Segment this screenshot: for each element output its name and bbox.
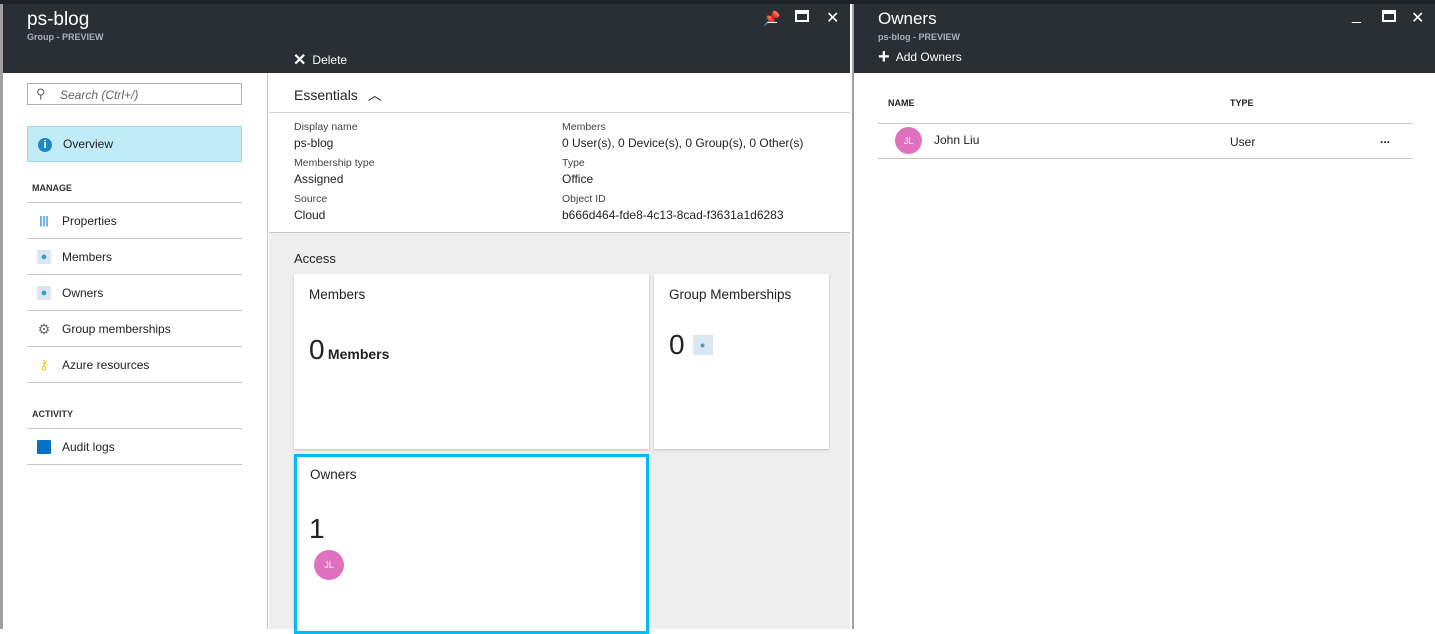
book-icon — [37, 440, 51, 454]
avatar: JL — [314, 550, 344, 580]
search-icon: ⚲ — [36, 86, 46, 101]
chevron-up-icon: ︿ — [367, 87, 382, 103]
source-field: Source Cloud — [294, 193, 328, 222]
minimize-icon[interactable]: _ — [1352, 7, 1361, 25]
close-x-icon: ✕ — [293, 52, 307, 69]
search-input[interactable]: ⚲ Search (Ctrl+/) — [27, 83, 242, 105]
group-count: 0 — [669, 329, 685, 360]
people-icon: ● — [37, 250, 51, 264]
members-unit: Members — [327, 346, 390, 362]
minimize-icon[interactable]: _ — [768, 7, 777, 25]
nav-group-memberships[interactable]: ⚙ Group memberships — [27, 311, 242, 347]
close-icon[interactable]: ✕ — [826, 8, 839, 28]
activity-header: ACTIVITY — [32, 409, 74, 419]
more-button[interactable]: ... — [1380, 132, 1390, 146]
column-type[interactable]: TYPE — [1230, 98, 1254, 108]
membership-type-field: Membership type Assigned — [294, 157, 375, 186]
members-tile[interactable]: Members 0 Members — [294, 274, 649, 449]
type-field: Type Office — [562, 157, 594, 186]
nav-audit-logs[interactable]: Audit logs — [27, 429, 242, 465]
maximize-icon[interactable] — [795, 10, 809, 22]
avatar: JL — [895, 127, 922, 154]
owners-blade: Owners ps-blog - PREVIEW + Add Owners _ ✕… — [852, 4, 1435, 629]
add-owners-button[interactable]: + Add Owners — [878, 46, 962, 68]
object-id-field: Object ID b666d464-fde8-4c13-8cad-f3631a1… — [562, 193, 784, 222]
maximize-icon[interactable] — [1382, 10, 1396, 22]
table-row[interactable]: JL John Liu User ... — [878, 123, 1413, 159]
owner-name: John Liu — [934, 133, 980, 147]
delete-button[interactable]: ✕ Delete — [293, 50, 347, 70]
left-nav: ⚲ Search (Ctrl+/) i Overview MANAGE ||| Pro… — [3, 73, 268, 629]
column-name[interactable]: NAME — [888, 98, 915, 108]
people-icon: ● — [37, 286, 51, 300]
essentials-panel: Essentials ︿ Display name ps-blog Members… — [269, 73, 850, 233]
nav-azure-resources[interactable]: ⚷ Azure resources — [27, 347, 242, 383]
members-field: Members 0 User(s), 0 Device(s), 0 Group(s… — [562, 121, 804, 150]
owner-type: User — [1230, 135, 1256, 149]
overview-content: Essentials ︿ Display name ps-blog Members… — [269, 73, 850, 634]
display-name-field: Display name ps-blog — [294, 121, 358, 150]
group-blade: ps-blog Group - PREVIEW ✕ Delete 📌 _ ✕ ⚲ S… — [0, 4, 850, 634]
blade-title: ps-blog — [27, 9, 90, 30]
access-heading: Access — [294, 251, 336, 266]
blade-subtitle: ps-blog - PREVIEW — [878, 32, 960, 42]
info-icon: i — [38, 138, 52, 152]
manage-header: MANAGE — [32, 183, 72, 193]
close-icon[interactable]: ✕ — [1411, 8, 1424, 28]
owners-count: 1 — [309, 513, 325, 544]
plus-icon: + — [878, 46, 890, 68]
nav-owners[interactable]: ● Owners — [27, 275, 242, 311]
nav-overview[interactable]: i Overview — [27, 126, 242, 162]
blade-header: ps-blog Group - PREVIEW ✕ Delete 📌 _ ✕ — [3, 4, 850, 73]
people-icon: ● — [692, 335, 713, 355]
essentials-toggle[interactable]: Essentials ︿ — [269, 73, 850, 113]
nav-members[interactable]: ● Members — [27, 239, 242, 275]
nav-properties[interactable]: ||| Properties — [27, 203, 242, 239]
properties-icon: ||| — [39, 215, 49, 227]
group-memberships-tile[interactable]: Group Memberships 0 ● — [654, 274, 829, 449]
gear-icon: ⚙ — [37, 321, 51, 337]
blade-subtitle: Group - PREVIEW — [27, 32, 104, 42]
blade-header: Owners ps-blog - PREVIEW + Add Owners _ ✕ — [854, 4, 1435, 73]
blade-title: Owners — [878, 9, 937, 28]
members-count: 0 — [309, 334, 325, 365]
key-icon: ⚷ — [39, 357, 49, 372]
owners-tile[interactable]: Owners 1 JL — [294, 454, 649, 634]
